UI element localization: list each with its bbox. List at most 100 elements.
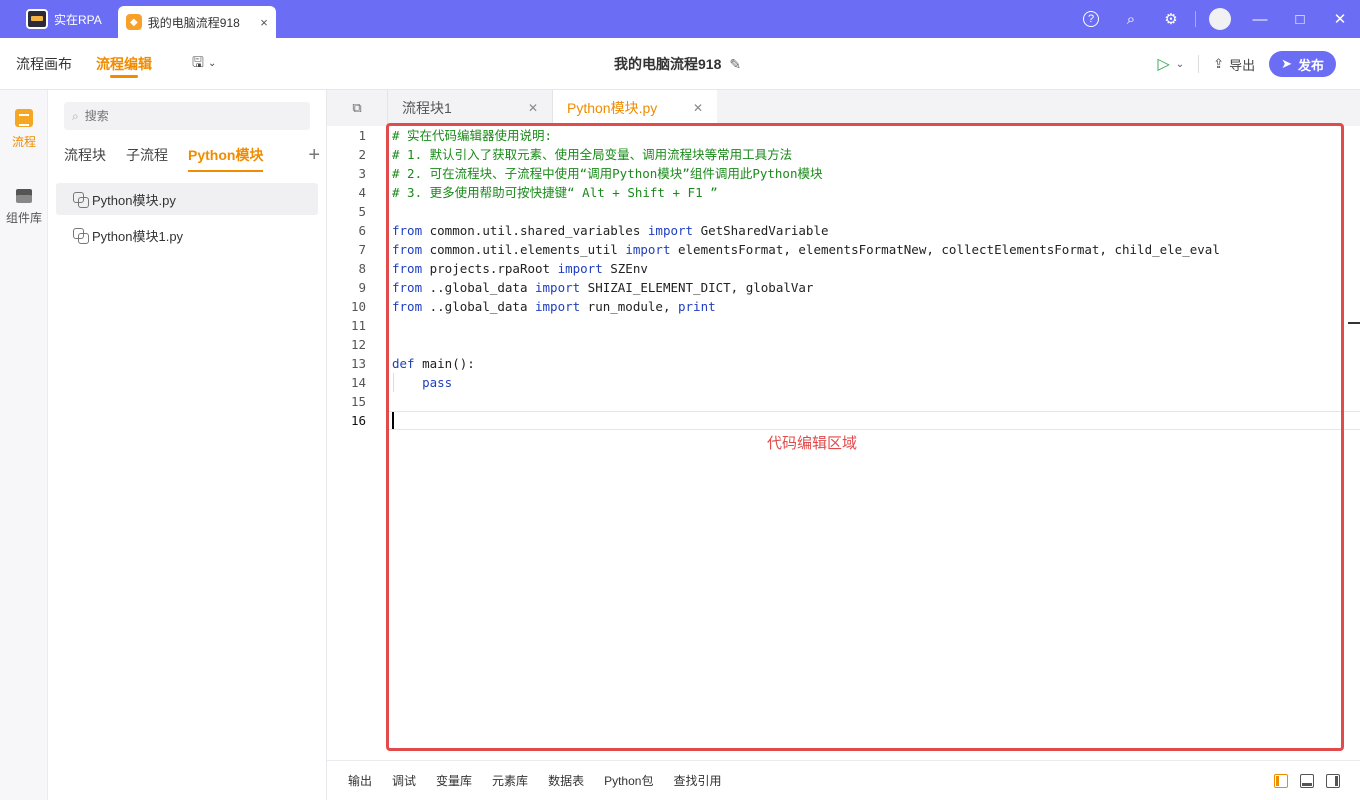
editor-tabs: ⧉ 流程块1 ✕ Python模块.py ✕ [327,90,1360,126]
line-number: 4 [358,185,366,200]
line-number: 3 [358,166,366,181]
rail-item-components[interactable]: 组件库 [0,168,48,246]
maximize-button[interactable]: □ [1280,0,1320,38]
publish-label: 发布 [1297,57,1324,73]
line-number: 11 [350,318,366,333]
left-rail: 流程 组件库 [0,90,48,800]
line-number: 15 [350,394,366,409]
close-window-button[interactable]: ✕ [1320,0,1360,38]
code-editor[interactable]: 1 2 3 4 5 6 7 8 9 10 11 12 13 14 15 16 #… [327,123,1360,756]
publish-button[interactable]: ➤ 发布 [1269,51,1336,77]
layers-icon [15,189,33,203]
tab-debug[interactable]: 调试 [392,772,416,789]
close-icon[interactable]: ✕ [528,101,538,115]
list-item[interactable]: Python模块.py [56,183,318,215]
search-icon[interactable]: ⌕ [1111,0,1151,38]
code-line: from projects.rpaRoot import SZEnv [392,261,648,276]
export-icon: ⇪ [1213,56,1225,71]
bottom-panel-tabs: 输出 调试 变量库 元素库 数据表 Python包 查找引用 [327,760,1360,800]
search-icon: ⌕ [72,108,79,123]
save-button[interactable]: 🖫 ⌄ [192,52,216,76]
copy-tabs-icon[interactable]: ⧉ [327,90,387,126]
title-bar: 实在RPA ◆ 我的电脑流程918 × ? ⌕ ⚙ — □ ✕ [0,0,1360,38]
save-icon: 🖫 [192,53,204,70]
list-icon [15,108,33,127]
search-box[interactable]: ⌕ [64,102,310,130]
tab-datatable[interactable]: 数据表 [548,772,584,789]
flow-title-text: 我的电脑流程918 [614,56,722,72]
tab-label: Python模块.py [567,100,658,116]
close-tab-icon[interactable]: × [260,15,268,30]
tab-label: 流程块1 [402,100,452,116]
line-number: 6 [358,223,366,238]
layout-bottom-panel-icon[interactable] [1300,774,1314,788]
code-line: from common.util.elements_util import el… [392,242,1220,257]
file-label: Python模块1.py [92,228,184,244]
tab-python-modules[interactable]: Python模块 [188,138,264,172]
line-number: 8 [358,261,366,276]
layout-left-panel-icon[interactable] [1274,774,1288,788]
tab-elements[interactable]: 元素库 [492,772,528,789]
add-icon[interactable]: + [308,138,320,172]
help-icon[interactable]: ? [1071,0,1111,38]
code-line: # 实在代码编辑器使用说明: [392,128,553,143]
settings-icon[interactable]: ⚙ [1151,0,1191,38]
python-file-icon [72,191,89,208]
minimize-button[interactable]: — [1240,0,1280,38]
rail-item-label: 流程 [11,134,36,149]
tab-flow-edit[interactable]: 流程编辑 [96,38,152,90]
rail-item-flow[interactable]: 流程 [0,90,48,168]
code-line: from common.util.shared_variables import… [392,223,829,238]
code-line: # 1. 默认引入了获取元素、使用全局变量、调用流程块等常用工具方法 [392,147,793,162]
tab-flow-canvas[interactable]: 流程画布 [16,38,72,90]
code-line: # 2. 可在流程块、子流程中使用“调用Python模块”组件调用此Python… [392,166,823,181]
play-icon: ▷ [1157,56,1170,73]
avatar[interactable] [1200,0,1240,38]
code-line: def main(): [392,356,475,371]
app-name: 实在RPA [54,12,102,27]
chevron-down-icon: ⌄ [207,58,217,69]
line-number: 5 [358,204,366,219]
tab-output[interactable]: 输出 [348,772,372,789]
window-tab-label: 我的电脑流程918 [147,15,240,30]
line-number: 14 [350,375,366,390]
sidebar-panel: ⌕ 流程块 子流程 Python模块 + Python模块.py Python模… [48,90,327,800]
python-file-icon [72,227,89,244]
list-item[interactable]: Python模块1.py [56,219,318,251]
rail-item-label: 组件库 [5,210,42,225]
tab-subflows[interactable]: 子流程 [126,138,168,172]
line-number-gutter: 1 2 3 4 5 6 7 8 9 10 11 12 13 14 15 16 [327,126,383,430]
chevron-down-icon[interactable]: ⌄ [1176,59,1184,70]
layout-right-panel-icon[interactable] [1326,774,1340,788]
search-input[interactable] [84,109,285,123]
scrollbar-marker[interactable] [1348,322,1360,324]
app-logo-icon [26,9,48,29]
line-number: 7 [358,242,366,257]
line-number: 16 [350,413,366,428]
code-line: # 3. 更多使用帮助可按快捷键“ Alt + Shift + F1 ” [392,185,718,200]
app-tab[interactable]: 实在RPA [0,0,114,38]
line-number: 10 [350,299,366,314]
sidebar-tabs: 流程块 子流程 Python模块 + [64,138,320,172]
code-line: pass [392,375,453,390]
tab-find-references[interactable]: 查找引用 [673,772,721,789]
line-number: 12 [350,337,366,352]
tab-variables[interactable]: 变量库 [436,772,472,789]
export-button[interactable]: ⇪ 导出 [1213,55,1255,74]
line-number: 1 [358,128,366,143]
close-icon[interactable]: ✕ [693,101,703,115]
window-tab[interactable]: ◆ 我的电脑流程918 × [117,6,276,38]
flow-icon: ◆ [125,14,142,30]
file-list: Python模块.py Python模块1.py [56,183,318,255]
send-icon: ➤ [1281,56,1292,71]
edit-pencil-icon[interactable]: ✎ [729,56,741,73]
tab-flow-block-1[interactable]: 流程块1 ✕ [387,90,552,126]
tab-python-packages[interactable]: Python包 [604,772,653,789]
export-label: 导出 [1229,57,1256,73]
tab-python-module[interactable]: Python模块.py ✕ [552,90,717,126]
run-button[interactable]: ▷ ⌄ [1157,54,1184,74]
tab-flow-blocks[interactable]: 流程块 [64,138,106,172]
text-caret [392,412,394,429]
